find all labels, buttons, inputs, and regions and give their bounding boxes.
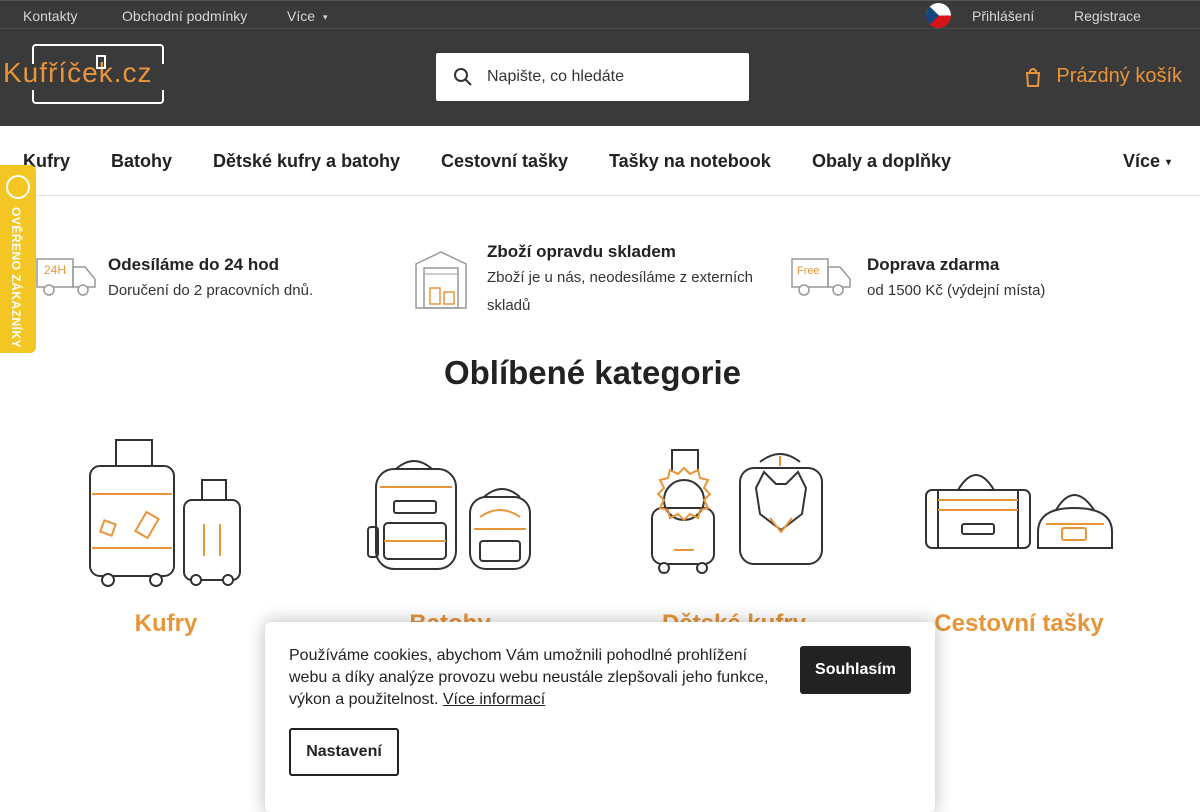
verified-seal-icon bbox=[6, 175, 30, 199]
badge-text: OVĚŘENO ZÁKAZNÍKY bbox=[9, 207, 23, 349]
site-logo[interactable]: Kufříček.cz bbox=[3, 44, 183, 104]
nav-more-label: Více bbox=[1123, 151, 1161, 171]
search-icon[interactable] bbox=[453, 67, 473, 87]
topbar-more-link[interactable]: Více ▾ bbox=[287, 8, 328, 24]
benefit-desc: Doručení do 2 pracovních dnů. bbox=[108, 282, 314, 299]
nav-item-batohy[interactable]: Batohy bbox=[111, 151, 172, 172]
benefit-desc: Zboží je u nás, neodesíláme z externích … bbox=[487, 269, 753, 314]
register-link[interactable]: Registrace bbox=[1074, 8, 1141, 24]
svg-text:Free: Free bbox=[797, 265, 820, 277]
czech-flag-icon[interactable] bbox=[926, 3, 951, 28]
nav-more[interactable]: Více ▾ bbox=[1123, 151, 1171, 172]
benefit-title: Zboží opravdu skladem bbox=[487, 242, 676, 261]
site-header: Kufříček.cz Prázdný košík bbox=[0, 29, 1200, 126]
nav-item-travel-bags[interactable]: Cestovní tašky bbox=[441, 151, 568, 172]
suitcases-icon[interactable] bbox=[88, 438, 248, 588]
delivery-24h-icon: 24H bbox=[36, 258, 96, 296]
benefit-title: Odesíláme do 24 hod bbox=[108, 255, 279, 274]
contacts-link[interactable]: Kontakty bbox=[23, 8, 77, 24]
free-delivery-icon: Free bbox=[791, 258, 851, 296]
cookie-settings-button[interactable]: Nastavení bbox=[289, 728, 399, 776]
search-box bbox=[436, 53, 749, 101]
topbar-more-label: Více bbox=[287, 8, 316, 24]
svg-text:24H: 24H bbox=[44, 263, 66, 277]
section-title: Oblíbené kategorie bbox=[443, 354, 742, 391]
backpacks-icon[interactable] bbox=[366, 457, 532, 573]
cookie-text: Používáme cookies, abychom Vám umožnili … bbox=[289, 645, 779, 711]
terms-link[interactable]: Obchodní podmínky bbox=[122, 8, 247, 24]
top-utility-bar: Kontakty Obchodní podmínky Více ▾ Přihláš… bbox=[0, 0, 1200, 29]
svg-text:Kufříček.cz: Kufříček.cz bbox=[3, 57, 152, 88]
nav-item-kids[interactable]: Dětské kufry a batohy bbox=[213, 151, 400, 172]
benefit-title: Doprava zdarma bbox=[867, 255, 1000, 274]
verified-customers-badge[interactable]: OVĚŘENO ZÁKAZNÍKY bbox=[0, 165, 36, 353]
chevron-down-icon: ▾ bbox=[323, 12, 328, 22]
accept-cookies-button[interactable]: Souhlasím bbox=[800, 646, 911, 694]
cookie-consent-dialog: Používáme cookies, abychom Vám umožnili … bbox=[265, 622, 935, 812]
login-link[interactable]: Přihlášení bbox=[972, 8, 1034, 24]
benefit-desc: od 1500 Kč (výdejní místa) bbox=[867, 282, 1046, 299]
nav-item-notebook-bags[interactable]: Tašky na notebook bbox=[609, 151, 771, 172]
cookie-more-info-link[interactable]: Více informací bbox=[443, 691, 545, 708]
cart-icon bbox=[1026, 67, 1041, 87]
nav-item-accessories[interactable]: Obaly a doplňky bbox=[812, 151, 951, 172]
travel-bags-icon[interactable] bbox=[924, 466, 1116, 550]
search-input[interactable] bbox=[487, 53, 737, 101]
main-navigation: Kufry Batohy Dětské kufry a batohy Cesto… bbox=[0, 126, 1200, 196]
warehouse-icon bbox=[415, 251, 467, 309]
category-kufry[interactable]: Kufry bbox=[36, 610, 296, 638]
chevron-down-icon: ▾ bbox=[1166, 157, 1172, 168]
cart-button[interactable]: Prázdný košík bbox=[1024, 65, 1182, 88]
cart-label: Prázdný košík bbox=[1056, 65, 1182, 87]
kids-luggage-icon[interactable] bbox=[640, 448, 826, 576]
